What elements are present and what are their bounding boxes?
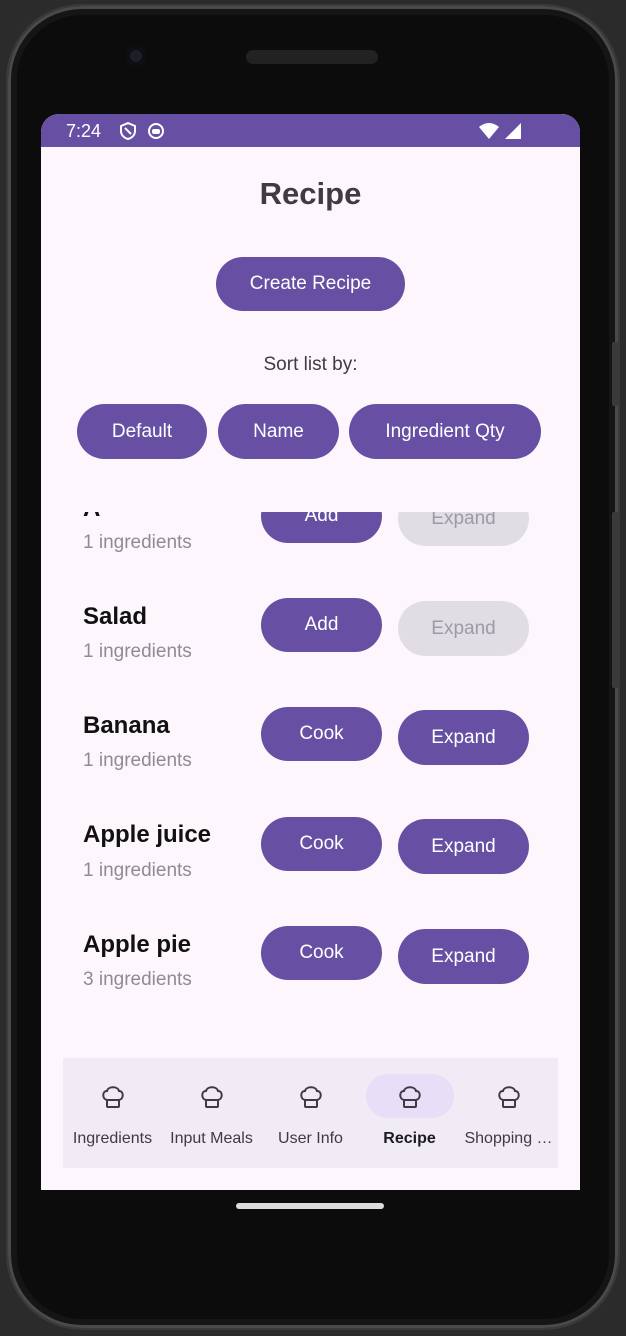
chef-hat-icon: [497, 1086, 520, 1108]
home-indicator[interactable]: [236, 1203, 384, 1209]
earpiece-speaker: [246, 50, 378, 64]
recipe-ingredient-count: 1 ingredients: [83, 860, 192, 881]
recipe-name: Apple pie: [83, 931, 192, 958]
chef-hat-icon: [200, 1086, 223, 1108]
add-button[interactable]: Add: [261, 598, 382, 652]
nav-label: Recipe: [383, 1130, 436, 1147]
expand-button[interactable]: Expand: [398, 601, 529, 656]
recipe-ingredient-count: 1 ingredients: [83, 532, 192, 553]
expand-button[interactable]: Expand: [398, 929, 529, 984]
bottom-navigation: Ingredients Input Meals User Info Recipe…: [63, 1058, 558, 1168]
sort-name-button[interactable]: Name: [218, 404, 339, 459]
status-bar: 7:24: [41, 114, 580, 147]
nav-item-ingredients[interactable]: Ingredients: [63, 1058, 162, 1168]
recipe-name: Apple juice: [83, 821, 212, 848]
expand-button[interactable]: Expand: [398, 710, 529, 765]
recipe-name: A: [83, 512, 100, 523]
nav-item-recipe[interactable]: Recipe: [360, 1058, 459, 1168]
sort-label: Sort list by:: [263, 354, 358, 375]
nav-label: User Info: [278, 1130, 343, 1147]
nav-label: Ingredients: [72, 1130, 153, 1147]
wifi-icon: [479, 123, 499, 139]
add-button[interactable]: Add: [261, 512, 382, 543]
chef-hat-icon: [398, 1086, 421, 1108]
recipe-list[interactable]: A 1 ingredients Add Expand Salad 1 ingre…: [41, 512, 580, 1032]
recipe-name: Banana: [83, 712, 170, 739]
expand-button[interactable]: Expand: [398, 819, 529, 874]
chef-hat-icon: [101, 1086, 124, 1108]
nav-label: Input Meals: [170, 1130, 253, 1147]
sort-ingredient-qty-button[interactable]: Ingredient Qty: [349, 404, 541, 459]
power-button: [612, 512, 618, 688]
recipe-name: Salad: [83, 603, 148, 630]
nav-item-shopping[interactable]: Shopping …: [459, 1058, 558, 1168]
create-recipe-button[interactable]: Create Recipe: [216, 257, 405, 311]
face-icon: [148, 123, 164, 139]
recipe-ingredient-count: 1 ingredients: [83, 750, 192, 771]
nav-item-user-info[interactable]: User Info: [261, 1058, 360, 1168]
sort-default-button[interactable]: Default: [77, 404, 207, 459]
cook-button[interactable]: Cook: [261, 926, 382, 980]
recipe-ingredient-count: 1 ingredients: [83, 641, 192, 662]
volume-button: [612, 342, 618, 406]
app-screen: 7:24 Recipe Create Recipe Sort list by: …: [41, 114, 580, 1190]
cook-button[interactable]: Cook: [261, 817, 382, 871]
nav-label: Shopping …: [464, 1130, 553, 1147]
shield-icon: [120, 122, 136, 140]
chef-hat-icon: [299, 1086, 322, 1108]
expand-button[interactable]: Expand: [398, 512, 529, 546]
cook-button[interactable]: Cook: [261, 707, 382, 761]
status-time: 7:24: [66, 121, 102, 141]
front-camera: [126, 46, 146, 66]
cell-signal-icon: [505, 123, 521, 139]
page-title: Recipe: [259, 176, 362, 211]
recipe-ingredient-count: 3 ingredients: [83, 969, 192, 990]
nav-item-input-meals[interactable]: Input Meals: [162, 1058, 261, 1168]
